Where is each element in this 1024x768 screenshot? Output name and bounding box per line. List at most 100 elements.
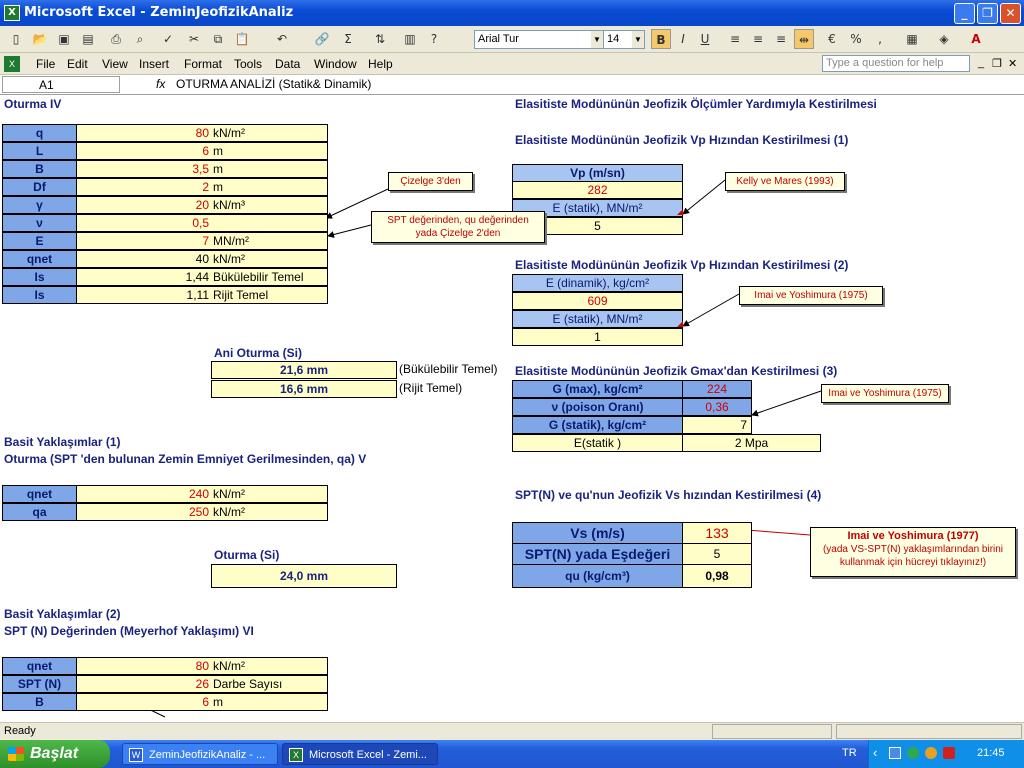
undo-icon[interactable]: ↶ xyxy=(272,29,292,49)
s3-value[interactable]: 0,36 xyxy=(682,398,752,416)
basit2-row[interactable]: 6m xyxy=(76,693,328,711)
workbook-icon[interactable]: X xyxy=(4,56,20,72)
param-label: L xyxy=(2,142,77,160)
tray-app-icon[interactable] xyxy=(907,747,919,759)
basit2-row[interactable]: 26 Darbe Sayısı xyxy=(76,675,328,693)
param-row[interactable]: 3,5 m xyxy=(76,160,328,178)
param-row[interactable]: 1,44 Bükülebilir Temel xyxy=(76,268,328,286)
param-label: Df xyxy=(2,178,77,196)
status-panel-2 xyxy=(836,724,1022,739)
start-button[interactable]: Başlat xyxy=(0,740,110,768)
chart-wizard-icon[interactable]: ▥ xyxy=(400,29,420,49)
bold-icon[interactable]: B xyxy=(651,29,671,49)
menu-format[interactable]: Format xyxy=(184,57,222,71)
param-value: 40 xyxy=(195,252,209,266)
tray-security-icon[interactable] xyxy=(925,747,937,759)
s3-value[interactable]: 224 xyxy=(682,380,752,398)
autosum-icon[interactable]: Σ xyxy=(338,29,358,49)
menu-tools[interactable]: Tools xyxy=(234,57,262,71)
spelling-icon[interactable]: ✓ xyxy=(158,29,178,49)
minimize-button[interactable]: _ xyxy=(954,3,975,24)
param-value: 7 xyxy=(202,234,209,248)
menu-edit[interactable]: Edit xyxy=(67,57,88,71)
name-box[interactable]: A1 xyxy=(2,76,120,93)
basit1-label: qnet xyxy=(2,485,77,503)
param-row[interactable]: 7 MN/m² xyxy=(76,232,328,250)
excel-icon[interactable]: X xyxy=(4,5,20,21)
fill-color-icon[interactable]: ◈ xyxy=(934,29,954,49)
basit1-unit: kN/m² xyxy=(213,487,245,501)
s4-label: SPT(N) yada Eşdeğeri xyxy=(512,543,683,565)
fx-icon[interactable]: fx xyxy=(156,77,165,91)
italic-icon[interactable]: I xyxy=(673,29,693,49)
param-row[interactable]: 2m xyxy=(76,178,328,196)
align-center-icon[interactable]: ≡ xyxy=(748,29,768,49)
cut-icon[interactable]: ✂ xyxy=(184,29,204,49)
close-button[interactable]: ✕ xyxy=(1000,3,1021,24)
doc-close-button[interactable]: ✕ xyxy=(1008,57,1017,70)
basit1-row[interactable]: 240 kN/m² xyxy=(76,485,328,503)
taskbar-item-word[interactable]: W ZeminJeofizikAnaliz - ... xyxy=(122,743,278,765)
save-icon[interactable]: ▣ xyxy=(54,29,74,49)
sort-icon[interactable]: ⇅ xyxy=(370,29,390,49)
restore-button[interactable]: ❐ xyxy=(977,3,998,24)
borders-icon[interactable]: ▦ xyxy=(902,29,922,49)
param-row[interactable]: 40 kN/m² xyxy=(76,250,328,268)
menu-file[interactable]: File xyxy=(36,57,55,71)
align-left-icon[interactable]: ≡ xyxy=(725,29,745,49)
hyperlink-icon[interactable]: 🔗 xyxy=(312,29,332,49)
doc-restore-button[interactable]: ❐ xyxy=(992,57,1002,70)
param-row[interactable]: 80 kN/m² xyxy=(76,124,328,142)
param-row[interactable]: 6m xyxy=(76,142,328,160)
align-right-icon[interactable]: ≡ xyxy=(771,29,791,49)
basit1-row[interactable]: 250 kN/m² xyxy=(76,503,328,521)
permission-icon[interactable]: ▤ xyxy=(78,29,98,49)
menu-view[interactable]: View xyxy=(102,57,128,71)
copy-icon[interactable]: ⧉ xyxy=(208,29,228,49)
taskbar-item-excel[interactable]: X Microsoft Excel - Zemi... xyxy=(282,743,438,765)
start-label: Başlat xyxy=(30,745,79,762)
menu-help[interactable]: Help xyxy=(368,57,393,71)
help-icon[interactable]: ? xyxy=(424,29,444,49)
tray-antivirus-icon[interactable] xyxy=(943,747,955,759)
s4-value[interactable]: 5 xyxy=(682,543,752,565)
title-bar: X Microsoft Excel - ZeminJeofizikAnaliz … xyxy=(0,0,1024,26)
menu-data[interactable]: Data xyxy=(275,57,300,71)
param-value: 1,11 xyxy=(186,288,209,302)
clock[interactable]: 21:45 xyxy=(977,747,1005,759)
currency-icon[interactable]: € xyxy=(822,29,842,49)
ask-question-input[interactable]: Type a question for help xyxy=(822,55,970,72)
font-size-select[interactable]: 14 ▼ xyxy=(603,30,645,49)
formula-bar: A1 fx OTURMA ANALİZİ (Statik& Dinamik) xyxy=(0,75,1024,95)
param-row[interactable]: 20 kN/m³ xyxy=(76,196,328,214)
param-row[interactable]: 1,11 Rijit Temel xyxy=(76,286,328,304)
menu-window[interactable]: Window xyxy=(314,57,357,71)
s4-value[interactable]: 133 xyxy=(682,522,752,544)
menu-insert[interactable]: Insert xyxy=(139,57,169,71)
print-icon[interactable]: ⎙ xyxy=(106,29,126,49)
doc-minimize-button[interactable]: _ xyxy=(978,57,984,69)
s3-value[interactable]: 2 Mpa xyxy=(682,434,821,452)
formula-input[interactable]: OTURMA ANALİZİ (Statik& Dinamik) xyxy=(176,77,371,91)
worksheet[interactable]: Oturma IV Ani Oturma (Si) 21,6 mm (Bükül… xyxy=(0,95,1024,722)
font-color-icon[interactable]: A xyxy=(966,29,986,49)
basit2-row[interactable]: 80 kN/m² xyxy=(76,657,328,675)
percent-icon[interactable]: % xyxy=(846,29,866,49)
paste-icon[interactable]: 📋 xyxy=(232,29,252,49)
underline-icon[interactable]: U xyxy=(695,29,715,49)
s4-value[interactable]: 0,98 xyxy=(682,564,752,588)
merge-center-icon[interactable]: ⇹ xyxy=(794,29,814,49)
network-icon[interactable] xyxy=(889,747,901,759)
param-unit: kN/m² xyxy=(213,252,245,266)
font-name-select[interactable]: Arial Tur ▼ xyxy=(474,30,604,49)
param-label: E xyxy=(2,232,77,250)
open-icon[interactable]: 📂 xyxy=(30,29,50,49)
param-row[interactable]: 0,5 xyxy=(76,214,328,232)
tray-expand-icon[interactable]: ‹ xyxy=(873,745,877,760)
comma-icon[interactable]: , xyxy=(870,29,890,49)
print-preview-icon[interactable]: ⌕ xyxy=(130,29,150,49)
language-indicator[interactable]: TR xyxy=(842,747,857,759)
s3-value[interactable]: 7 xyxy=(682,416,752,434)
new-icon[interactable]: ▯ xyxy=(6,29,26,49)
basit2-label: SPT (N) xyxy=(2,675,77,693)
